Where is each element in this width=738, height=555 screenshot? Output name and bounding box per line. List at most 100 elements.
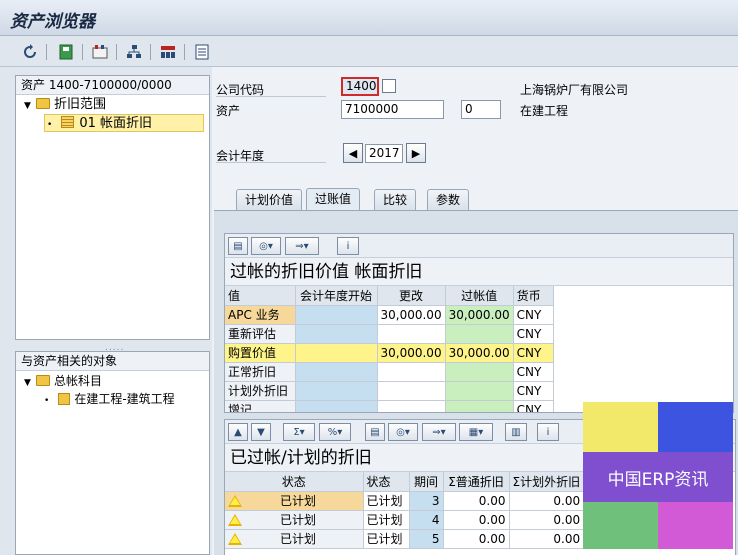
tab-parameters[interactable]: 参数 bbox=[427, 189, 470, 210]
column-header[interactable]: 会计年度开始 bbox=[295, 286, 378, 306]
table-cell[interactable]: 30,000.00 bbox=[445, 305, 514, 325]
table-row[interactable]: 计划外折旧 CNY bbox=[225, 381, 554, 401]
column-header[interactable]: 状态 bbox=[225, 472, 364, 492]
table-cell[interactable]: 已计划 bbox=[363, 510, 410, 530]
asset-value-icon[interactable] bbox=[90, 42, 110, 62]
table-cell[interactable] bbox=[295, 400, 378, 412]
table-cell[interactable]: 0.00 bbox=[509, 510, 585, 530]
table-cell[interactable]: 已计划 bbox=[363, 529, 410, 549]
tree-node-gl-accounts[interactable]: ▼ 总帐科目 bbox=[24, 372, 102, 390]
info-icon[interactable]: i bbox=[337, 237, 359, 255]
export-icon[interactable]: ◎▾ bbox=[251, 237, 281, 255]
table-cell[interactable] bbox=[445, 381, 514, 401]
org-structure-icon[interactable] bbox=[124, 42, 144, 62]
column-header[interactable]: Σ普通折旧 bbox=[443, 472, 510, 492]
table-cell[interactable]: APC 业务 bbox=[225, 305, 296, 325]
copy-icon[interactable] bbox=[382, 79, 396, 93]
table-cell[interactable]: CNY bbox=[513, 343, 554, 363]
table-cell[interactable]: 0.00 bbox=[509, 529, 585, 549]
print-icon[interactable]: ▤ bbox=[365, 423, 385, 441]
table-cell[interactable]: 购置价值 bbox=[225, 343, 296, 363]
filter-icon[interactable]: ▼ bbox=[251, 423, 271, 441]
table-cell[interactable]: 30,000.00 bbox=[377, 305, 446, 325]
table-cell[interactable] bbox=[445, 324, 514, 344]
tab-posted-values[interactable]: 过账值 bbox=[306, 188, 361, 210]
table-row[interactable]: 已计划 已计划 4 0.00 0.00 bbox=[225, 510, 585, 530]
info-icon[interactable]: i bbox=[537, 423, 559, 441]
graph-icon[interactable] bbox=[158, 42, 178, 62]
refresh-icon[interactable] bbox=[20, 42, 40, 62]
print-icon[interactable]: ▤ bbox=[228, 237, 248, 255]
table-cell[interactable]: 0.00 bbox=[443, 510, 510, 530]
export-icon[interactable]: ◎▾ bbox=[388, 423, 418, 441]
table-cell[interactable] bbox=[377, 362, 446, 382]
table-cell[interactable] bbox=[445, 400, 514, 412]
tree-node-construction-account[interactable]: • 在建工程-建筑工程 bbox=[44, 390, 175, 408]
previous-year-button[interactable]: ◀ bbox=[343, 143, 363, 163]
table-cell[interactable]: 重新评估 bbox=[225, 324, 296, 344]
table-cell[interactable] bbox=[295, 343, 378, 363]
table-cell[interactable]: CNY bbox=[513, 362, 554, 382]
table-cell[interactable]: CNY bbox=[513, 381, 554, 401]
column-header[interactable]: 更改 bbox=[377, 286, 446, 306]
asset-number-field[interactable]: 7100000 bbox=[341, 100, 444, 119]
chart-icon[interactable]: ▥ bbox=[505, 423, 527, 441]
table-cell[interactable]: 已计划 bbox=[225, 491, 364, 511]
table-cell[interactable]: 已计划 bbox=[225, 529, 364, 549]
column-header[interactable]: 货币 bbox=[513, 286, 554, 306]
table-cell[interactable]: 0.00 bbox=[443, 529, 510, 549]
column-header[interactable]: 期间 bbox=[409, 472, 444, 492]
sort-ascending-icon[interactable]: ▲ bbox=[228, 423, 248, 441]
table-cell[interactable]: 已计划 bbox=[225, 510, 364, 530]
next-year-button[interactable]: ▶ bbox=[406, 143, 426, 163]
sub-number-field[interactable]: 0 bbox=[461, 100, 501, 119]
table-cell[interactable]: 3 bbox=[409, 491, 444, 511]
table-row[interactable]: 增记 CNY bbox=[225, 400, 554, 412]
column-header[interactable]: 值 bbox=[225, 286, 296, 306]
table-row[interactable]: 重新评估 CNY bbox=[225, 324, 554, 344]
table-cell[interactable] bbox=[295, 362, 378, 382]
table-cell[interactable]: 0.00 bbox=[443, 491, 510, 511]
fiscal-year-field[interactable]: 2017 bbox=[365, 144, 403, 163]
subtotal-icon[interactable]: %▾ bbox=[319, 423, 351, 441]
table-cell[interactable]: 5 bbox=[409, 529, 444, 549]
tree-node-depreciation-areas[interactable]: ▼ 折旧范围 bbox=[24, 96, 106, 114]
table-cell[interactable]: 30,000.00 bbox=[377, 343, 446, 363]
tab-comparison[interactable]: 比较 bbox=[374, 189, 417, 210]
table-row[interactable]: 已计划 已计划 5 0.00 0.00 bbox=[225, 529, 585, 549]
tree-node-book-depreciation[interactable]: • 01 帐面折旧 bbox=[44, 114, 204, 132]
table-row[interactable]: 正常折旧 CNY bbox=[225, 362, 554, 382]
table-cell[interactable]: 增记 bbox=[225, 400, 296, 412]
list-icon[interactable] bbox=[192, 42, 212, 62]
table-row[interactable]: 已计划 已计划 3 0.00 0.00 bbox=[225, 491, 585, 511]
table-cell[interactable]: 30,000.00 bbox=[445, 343, 514, 363]
table-cell[interactable] bbox=[295, 381, 378, 401]
table-cell[interactable] bbox=[377, 324, 446, 344]
table-row[interactable]: APC 业务 30,000.00 30,000.00 CNY bbox=[225, 305, 554, 325]
sum-icon[interactable]: Σ▾ bbox=[283, 423, 315, 441]
column-header[interactable]: 状态 bbox=[363, 472, 410, 492]
grid-icon[interactable]: ▦▾ bbox=[459, 423, 493, 441]
layout-icon[interactable]: ⇒▾ bbox=[422, 423, 456, 441]
table-cell[interactable] bbox=[377, 381, 446, 401]
table-cell[interactable]: CNY bbox=[513, 400, 554, 412]
layout-icon[interactable]: ⇒▾ bbox=[285, 237, 319, 255]
table-cell[interactable]: 正常折旧 bbox=[225, 362, 296, 382]
table-cell[interactable]: 0.00 bbox=[509, 491, 585, 511]
table-row[interactable]: 购置价值 30,000.00 30,000.00 CNY bbox=[225, 343, 554, 363]
company-code-field[interactable]: 1400 bbox=[341, 77, 379, 96]
expand-triangle-icon[interactable]: ▼ bbox=[24, 374, 36, 392]
table-cell[interactable]: CNY bbox=[513, 305, 554, 325]
table-cell[interactable]: 4 bbox=[409, 510, 444, 530]
table-cell[interactable]: 已计划 bbox=[363, 491, 410, 511]
column-header[interactable]: 过帐值 bbox=[445, 286, 514, 306]
expand-triangle-icon[interactable]: ▼ bbox=[24, 97, 36, 115]
tab-planned-values[interactable]: 计划价值 bbox=[236, 189, 303, 210]
table-cell[interactable] bbox=[445, 362, 514, 382]
column-header[interactable]: Σ计划外折旧 bbox=[509, 472, 585, 492]
table-cell[interactable]: CNY bbox=[513, 324, 554, 344]
table-cell[interactable]: 计划外折旧 bbox=[225, 381, 296, 401]
table-cell[interactable] bbox=[377, 400, 446, 412]
table-cell[interactable] bbox=[295, 305, 378, 325]
save-layout-icon[interactable] bbox=[56, 42, 76, 62]
